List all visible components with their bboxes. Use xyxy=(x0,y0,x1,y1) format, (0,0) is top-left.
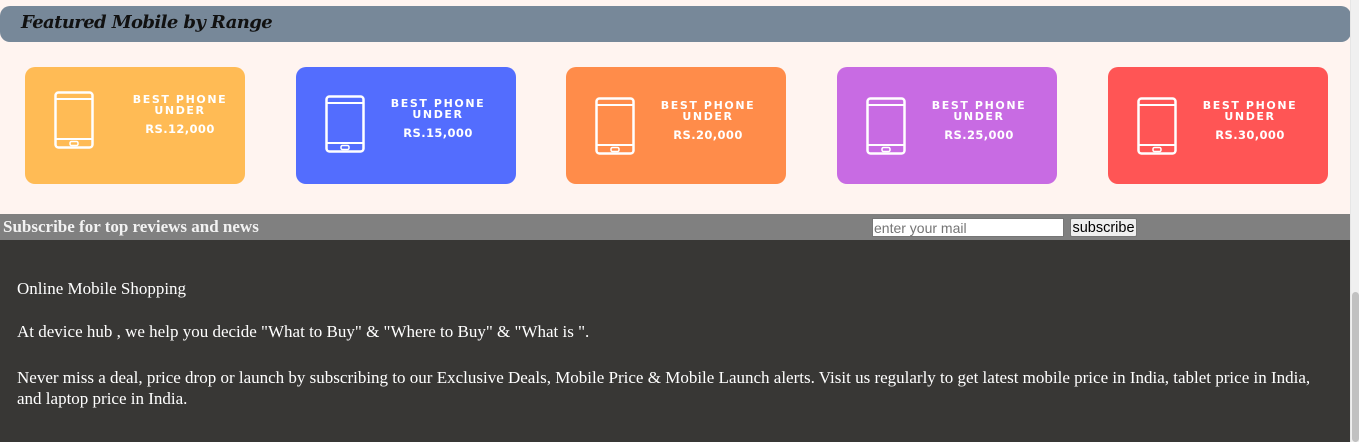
smartphone-icon xyxy=(54,91,94,149)
card-text: BEST PHONE UNDER RS.15,000 xyxy=(378,98,498,140)
price-range-card-25000[interactable]: BEST PHONE UNDER RS.25,000 xyxy=(837,67,1057,184)
smartphone-icon xyxy=(866,97,906,155)
smartphone-icon xyxy=(595,97,635,155)
card-text: BEST PHONE UNDER RS.25,000 xyxy=(919,100,1039,142)
card-price: RS.20,000 xyxy=(673,128,743,142)
email-input[interactable] xyxy=(872,218,1064,237)
page-scrollbar[interactable] xyxy=(1350,0,1359,442)
featured-range-title: Featured Mobile by Range xyxy=(21,12,273,33)
price-range-card-15000[interactable]: BEST PHONE UNDER RS.15,000 xyxy=(296,67,516,184)
card-subheading: UNDER xyxy=(1224,110,1276,123)
smartphone-icon xyxy=(325,95,365,153)
footer-heading: Online Mobile Shopping xyxy=(17,279,187,298)
card-text: BEST PHONE UNDER RS.30,000 xyxy=(1190,100,1310,142)
card-price: RS.25,000 xyxy=(944,128,1014,142)
subscribe-bar: Subscribe for top reviews and news subsc… xyxy=(0,214,1351,240)
card-text: BEST PHONE UNDER RS.12,000 xyxy=(120,94,240,136)
footer-intro-text: At device hub , we help you decide "What… xyxy=(17,322,590,341)
card-text: BEST PHONE UNDER RS.20,000 xyxy=(648,100,768,142)
page: Featured Mobile by Range BEST PHONE UNDE… xyxy=(0,0,1351,442)
card-subheading: UNDER xyxy=(953,110,1005,123)
card-price: RS.12,000 xyxy=(145,122,215,136)
scrollbar-thumb[interactable] xyxy=(1352,292,1359,442)
subscribe-title: Subscribe for top reviews and news xyxy=(3,217,259,236)
card-subheading: UNDER xyxy=(682,110,734,123)
smartphone-icon xyxy=(1137,97,1177,155)
featured-range-header: Featured Mobile by Range xyxy=(0,6,1351,42)
card-price: RS.15,000 xyxy=(403,126,473,140)
price-range-card-12000[interactable]: BEST PHONE UNDER RS.12,000 xyxy=(25,67,245,184)
footer-alerts-text: Never miss a deal, price drop or launch … xyxy=(17,368,1311,408)
footer: Online Mobile Shopping At device hub , w… xyxy=(0,240,1351,442)
card-subheading: UNDER xyxy=(154,104,206,117)
card-subheading: UNDER xyxy=(412,108,464,121)
subscribe-button[interactable]: subscribe xyxy=(1070,218,1137,237)
price-range-card-20000[interactable]: BEST PHONE UNDER RS.20,000 xyxy=(566,67,786,184)
card-price: RS.30,000 xyxy=(1215,128,1285,142)
price-range-card-30000[interactable]: BEST PHONE UNDER RS.30,000 xyxy=(1108,67,1328,184)
